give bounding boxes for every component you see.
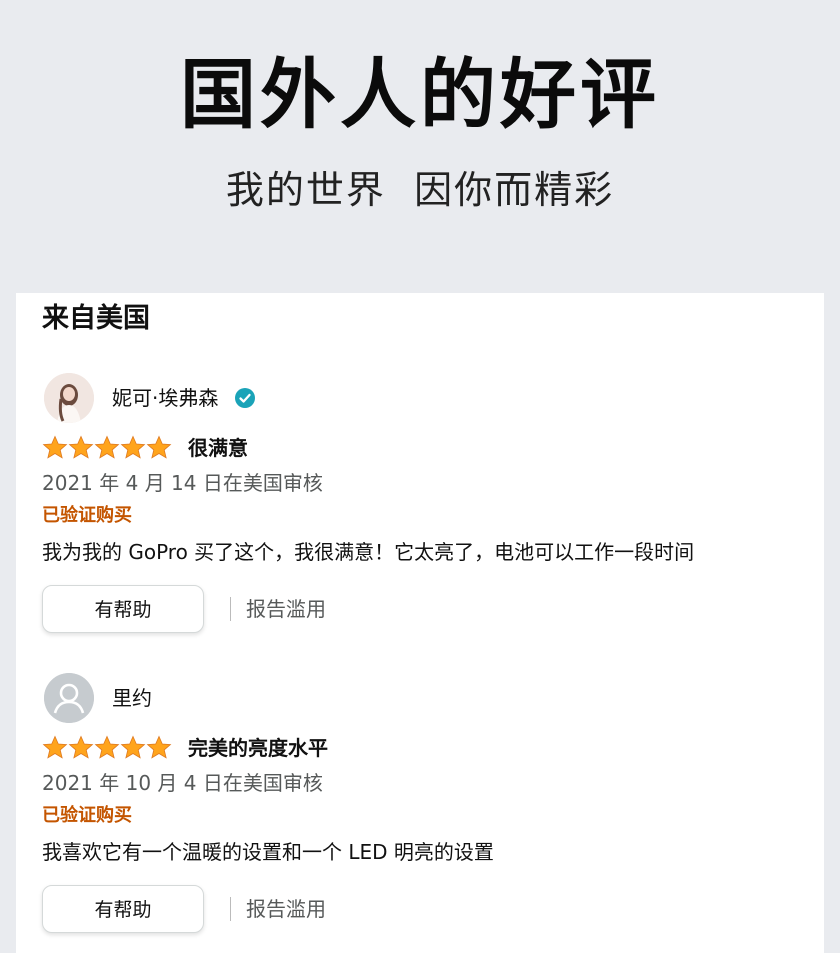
verified-purchase-badge: 已验证购买 [42,805,132,826]
star-icon [120,735,146,759]
username[interactable]: 里约 [112,685,152,711]
page-title: 国外人的好评 [180,50,660,139]
verified-purchase-badge: 已验证购买 [42,505,132,526]
star-icon [68,735,94,759]
reviews-card: 来自美国 妮可·埃弗森 很满意 2021 年 4 月 14 日在美国审核 已验证… [16,293,824,953]
review-date: 2021 年 10 月 4 日在美国审核 [42,771,323,795]
review-item: 里约 完美的亮度水平 2021 年 10 月 4 日在美国审核 已验证购买 我喜… [42,673,812,943]
review-date: 2021 年 4 月 14 日在美国审核 [42,471,323,495]
section-title: 来自美国 [42,303,150,334]
avatar[interactable] [44,373,94,423]
star-icon [146,735,172,759]
star-icon [94,735,120,759]
star-icon [42,735,68,759]
star-icon [42,435,68,459]
star-icon [94,435,120,459]
review-body: 我为我的 GoPro 买了这个，我很满意！它太亮了，电池可以工作一段时间 [42,540,695,564]
helpful-button[interactable]: 有帮助 [42,585,204,633]
divider [230,897,231,921]
review-body: 我喜欢它有一个温暖的设置和一个 LED 明亮的设置 [42,840,494,864]
report-abuse-link[interactable]: 报告滥用 [246,895,326,923]
star-icon [120,435,146,459]
user-photo-icon [44,373,94,423]
helpful-button[interactable]: 有帮助 [42,885,204,933]
star-icon [68,435,94,459]
username[interactable]: 妮可·埃弗森 [112,385,218,411]
review-item: 妮可·埃弗森 很满意 2021 年 4 月 14 日在美国审核 已验证购买 我为… [42,373,812,643]
report-abuse-link[interactable]: 报告滥用 [246,595,326,623]
star-icon [146,435,172,459]
page-subtitle: 我的世界 因你而精彩 [225,168,615,212]
default-user-icon [44,673,94,723]
review-headline[interactable]: 很满意 [188,435,248,461]
divider [230,597,231,621]
review-headline[interactable]: 完美的亮度水平 [188,735,328,761]
verified-check-icon [234,387,256,409]
avatar[interactable] [44,673,94,723]
